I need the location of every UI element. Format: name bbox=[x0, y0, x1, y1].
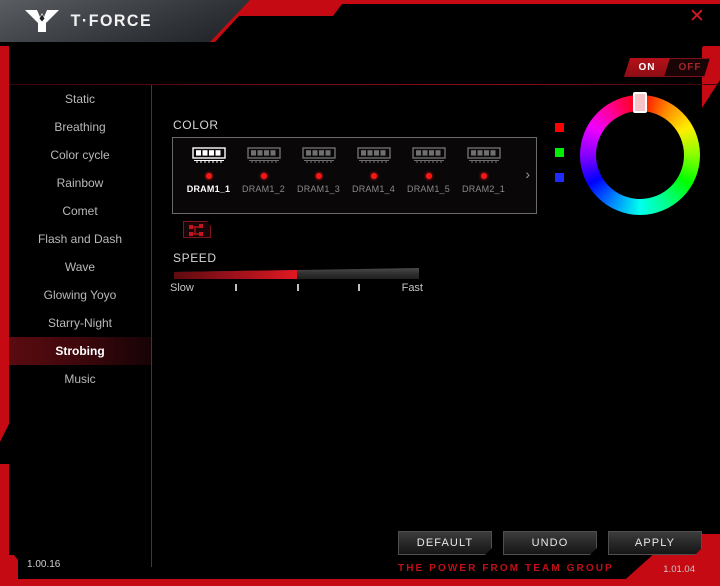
module-led-indicator bbox=[315, 173, 322, 179]
dram-module-panel: DRAM1_1 DRAM1_2 DRAM1_3 DRAM1_4 DRAM1_5 DRAM2… bbox=[172, 137, 537, 214]
sidebar-item-flash-and-dash[interactable]: Flash and Dash bbox=[9, 225, 151, 253]
frame-left-accent bbox=[0, 0, 9, 586]
color-wheel-center bbox=[596, 111, 684, 199]
close-icon[interactable]: ✕ bbox=[686, 6, 708, 28]
ram-stick-icon bbox=[466, 147, 501, 164]
module-led-indicator bbox=[480, 173, 487, 179]
dram-module-dram2_1[interactable]: DRAM2_1 bbox=[456, 142, 511, 212]
action-button-row: DEFAULT UNDO APPLY bbox=[398, 531, 710, 555]
dram-module-dram1_4[interactable]: DRAM1_4 bbox=[346, 142, 401, 212]
power-on-segment[interactable]: ON bbox=[624, 58, 670, 77]
brand-plate: T·FORCE bbox=[0, 0, 250, 42]
sidebar-item-label: Glowing Yoyo bbox=[43, 288, 117, 302]
undo-button[interactable]: UNDO bbox=[503, 531, 597, 555]
module-name-label: DRAM1_4 bbox=[352, 184, 395, 194]
red-swatch[interactable] bbox=[555, 123, 564, 132]
ram-stick-icon bbox=[191, 147, 226, 164]
dram-module-strip: DRAM1_1 DRAM1_2 DRAM1_3 DRAM1_4 DRAM1_5 DRAM2… bbox=[181, 142, 513, 212]
sidebar-item-breathing[interactable]: Breathing bbox=[9, 113, 151, 141]
green-swatch[interactable] bbox=[555, 148, 564, 157]
sidebar-item-label: Starry-Night bbox=[47, 316, 112, 330]
sync-link-icon[interactable] bbox=[183, 221, 211, 238]
dram-module-dram1_5[interactable]: DRAM1_5 bbox=[401, 142, 456, 212]
color-wheel-handle[interactable] bbox=[633, 92, 647, 113]
dram-module-dram1_1[interactable]: DRAM1_1 bbox=[181, 142, 236, 212]
tagline: THE POWER FROM TEAM GROUP bbox=[398, 563, 614, 574]
module-led-indicator bbox=[370, 173, 377, 179]
sidebar-item-starry-night[interactable]: Starry-Night bbox=[9, 309, 151, 337]
sidebar-item-label: Wave bbox=[64, 260, 96, 274]
main-content: COLOR DRAM1_1 DRAM1_2 DRAM1_3 DRAM1_4 DRAM1_… bbox=[152, 85, 720, 555]
effect-sidebar: Static Breathing Color cycle Rainbow Comet Fl… bbox=[9, 85, 151, 555]
color-wheel-area bbox=[550, 90, 710, 220]
dram-module-dram1_2[interactable]: DRAM1_2 bbox=[236, 142, 291, 212]
module-name-label: DRAM1_5 bbox=[407, 184, 450, 194]
module-name-label: DRAM2_1 bbox=[462, 184, 505, 194]
speed-slider[interactable]: Slow Fast bbox=[170, 268, 424, 300]
chevron-right-icon[interactable]: › bbox=[525, 166, 530, 182]
dram-module-dram1_3[interactable]: DRAM1_3 bbox=[291, 142, 346, 212]
sidebar-item-comet[interactable]: Comet bbox=[9, 197, 151, 225]
ram-stick-icon bbox=[246, 147, 281, 164]
version-right: 1.01.04 bbox=[663, 564, 695, 575]
default-button[interactable]: DEFAULT bbox=[398, 531, 492, 555]
ram-stick-icon bbox=[411, 147, 446, 164]
sidebar-item-label: Breathing bbox=[54, 120, 106, 134]
sidebar-item-glowing-yoyo[interactable]: Glowing Yoyo bbox=[9, 281, 151, 309]
sidebar-item-label: Flash and Dash bbox=[37, 232, 123, 246]
speed-max-label: Fast bbox=[401, 282, 423, 294]
sidebar-item-strobing[interactable]: Strobing bbox=[9, 337, 151, 365]
tforce-logo-icon bbox=[24, 8, 60, 34]
sidebar-item-wave[interactable]: Wave bbox=[9, 253, 151, 281]
power-off-segment[interactable]: OFF bbox=[670, 58, 710, 77]
module-name-label: DRAM1_2 bbox=[242, 184, 285, 194]
speed-min-label: Slow bbox=[170, 282, 194, 294]
frame-bottom-accent bbox=[0, 579, 720, 586]
blue-swatch[interactable] bbox=[555, 173, 564, 182]
version-left: 1.00.16 bbox=[27, 559, 61, 570]
module-led-indicator bbox=[260, 173, 267, 179]
sidebar-item-rainbow[interactable]: Rainbow bbox=[9, 169, 151, 197]
power-toggle[interactable]: ON OFF bbox=[624, 58, 710, 77]
ram-stick-icon bbox=[301, 147, 336, 164]
color-wheel[interactable] bbox=[580, 92, 700, 215]
module-led-indicator bbox=[425, 173, 432, 179]
sidebar-item-label: Music bbox=[64, 372, 96, 386]
sidebar-item-label: Strobing bbox=[55, 344, 105, 358]
title-bar: T·FORCE ✕ bbox=[0, 0, 720, 46]
sidebar-item-music[interactable]: Music bbox=[9, 365, 151, 393]
module-name-label: DRAM1_1 bbox=[186, 184, 231, 194]
speed-slider-labels: Slow Fast bbox=[170, 282, 423, 294]
sidebar-item-static[interactable]: Static bbox=[9, 85, 151, 113]
sidebar-item-label: Rainbow bbox=[56, 176, 104, 190]
rgb-swatch-list bbox=[555, 123, 564, 198]
color-section-label: COLOR bbox=[173, 118, 219, 132]
module-name-label: DRAM1_3 bbox=[297, 184, 340, 194]
sidebar-item-label: Color cycle bbox=[50, 148, 110, 162]
power-off-label: OFF bbox=[678, 62, 702, 73]
ram-stick-icon bbox=[356, 147, 391, 164]
sidebar-item-label: Static bbox=[64, 92, 95, 106]
module-led-indicator bbox=[205, 173, 212, 179]
sidebar-item-color-cycle[interactable]: Color cycle bbox=[9, 141, 151, 169]
apply-button[interactable]: APPLY bbox=[608, 531, 702, 555]
power-on-label: ON bbox=[638, 62, 656, 73]
speed-slider-fill bbox=[174, 270, 297, 279]
sidebar-item-label: Comet bbox=[62, 204, 98, 218]
app-window: T·FORCE ✕ ON OFF Static Breathing Color cy… bbox=[0, 0, 720, 586]
speed-section-label: SPEED bbox=[173, 251, 217, 265]
brand-title: T·FORCE bbox=[70, 11, 153, 30]
